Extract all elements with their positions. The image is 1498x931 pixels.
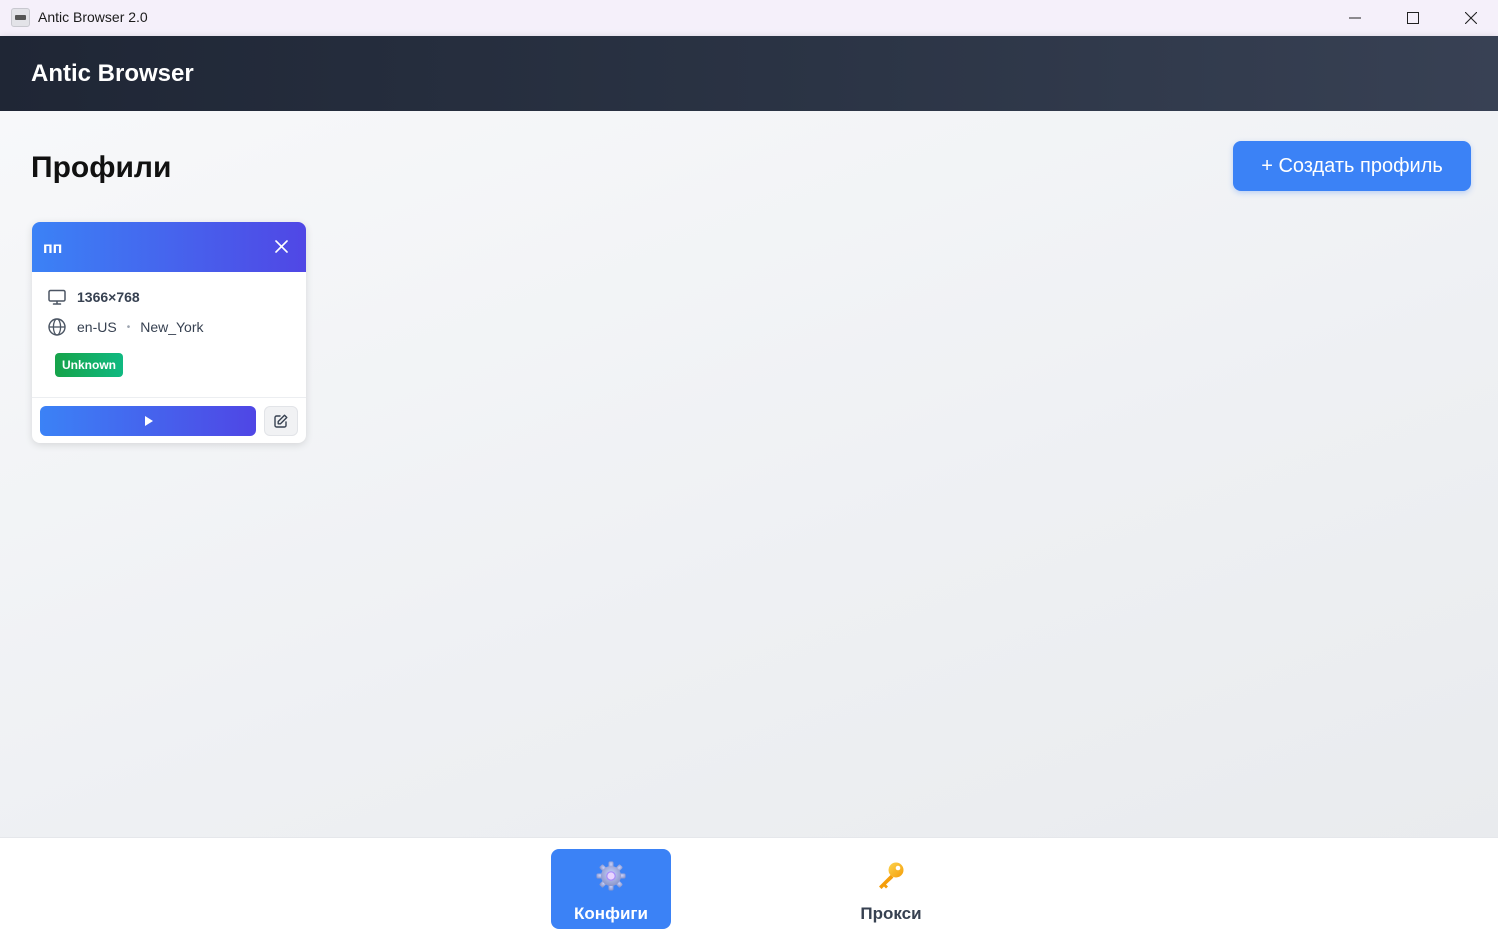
minimize-icon (1349, 17, 1361, 19)
profile-language: en-US (77, 319, 117, 335)
profile-card-header: пп (32, 222, 306, 272)
app-brand: Antic Browser (31, 60, 194, 87)
card-divider (32, 397, 306, 398)
delete-profile-button[interactable] (272, 237, 290, 255)
profile-name: пп (43, 240, 63, 257)
close-window-button[interactable] (1442, 0, 1498, 36)
nav-proxies-label: Прокси (860, 904, 922, 923)
profile-card[interactable]: пп 1366×768 en-US • New_York Unknown (32, 222, 306, 443)
gear-icon (595, 860, 627, 892)
profile-resolution: 1366×768 (77, 289, 140, 305)
key-icon (875, 860, 907, 892)
edit-icon (274, 414, 288, 428)
nav-proxies[interactable]: Прокси (831, 849, 951, 929)
close-icon (274, 239, 288, 253)
app-logo-icon (11, 8, 30, 27)
maximize-button[interactable] (1384, 0, 1442, 36)
bottom-navigation: Конфиги Прокси (0, 837, 1498, 931)
monitor-icon (47, 287, 67, 307)
create-profile-button[interactable]: + Создать профиль (1233, 141, 1471, 191)
main-content: Профили + Создать профиль пп 1366×768 en… (0, 111, 1498, 837)
close-icon (1465, 12, 1477, 24)
play-icon (144, 416, 153, 426)
maximize-icon (1407, 12, 1419, 24)
page-title: Профили (31, 151, 172, 184)
nav-configs-label: Конфиги (574, 904, 648, 923)
separator-dot: • (126, 321, 131, 333)
edit-profile-button[interactable] (264, 406, 298, 436)
app-header: Antic Browser (0, 36, 1498, 111)
minimize-button[interactable] (1326, 0, 1384, 36)
app-window: Antic Browser 2.0 Antic Browser Профили … (0, 0, 1498, 931)
nav-configs[interactable]: Конфиги (551, 849, 671, 929)
globe-icon (47, 317, 67, 337)
window-titlebar[interactable]: Antic Browser 2.0 (0, 0, 1498, 36)
launch-profile-button[interactable] (40, 406, 256, 436)
status-badge: Unknown (55, 353, 123, 377)
profile-resolution-row: 1366×768 (47, 287, 140, 307)
profile-timezone: New_York (140, 319, 204, 335)
profile-locale-row: en-US • New_York (47, 317, 204, 337)
window-title: Antic Browser 2.0 (38, 9, 148, 25)
